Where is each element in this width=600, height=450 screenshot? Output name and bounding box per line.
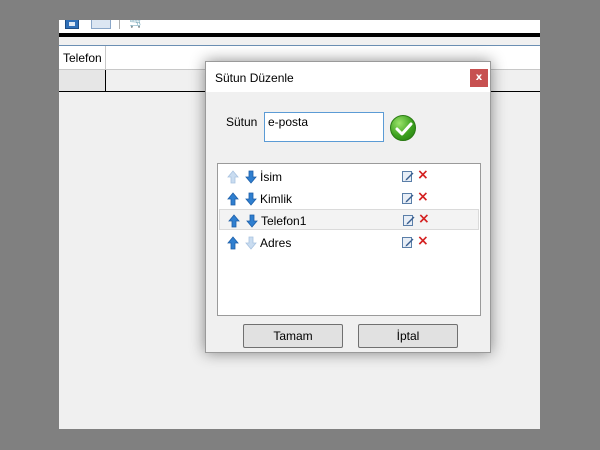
divider [59, 33, 540, 37]
move-down-icon[interactable] [245, 192, 257, 206]
edit-icon[interactable] [403, 214, 415, 227]
list-item-label: Telefon1 [261, 214, 307, 228]
ok-button[interactable]: Tamam [243, 324, 343, 348]
edit-icon[interactable] [402, 236, 414, 249]
delete-icon[interactable]: × [417, 167, 429, 183]
move-up-icon[interactable] [227, 192, 239, 206]
cancel-button[interactable]: İptal [358, 324, 458, 348]
toolbar-separator [119, 20, 120, 29]
move-up-icon[interactable] [228, 214, 240, 228]
list-item[interactable]: Kimlik × [219, 188, 479, 209]
list-item[interactable]: İsim × [219, 166, 479, 187]
move-up-icon [227, 170, 239, 184]
delete-icon[interactable]: × [417, 189, 429, 205]
list-item-label: Kimlik [260, 192, 292, 206]
edit-icon[interactable] [402, 192, 414, 205]
list-item[interactable]: Telefon1 × [219, 209, 479, 230]
list-item-label: İsim [260, 170, 282, 184]
edit-column-dialog: Sütun Düzenle x Sütun İsim × Kimlik × Te… [205, 61, 491, 353]
toolbar: 🛒 [59, 20, 540, 33]
grid-icon[interactable] [91, 20, 111, 29]
accept-check-icon[interactable] [390, 115, 416, 141]
list-item-label: Adres [260, 236, 292, 250]
column-header-telefon[interactable]: Telefon [59, 46, 106, 70]
save-icon[interactable] [65, 20, 79, 29]
close-button[interactable]: x [470, 69, 488, 87]
cart-icon[interactable]: 🛒 [129, 20, 145, 29]
column-list: İsim × Kimlik × Telefon1 × Adres × [217, 163, 481, 316]
delete-icon[interactable]: × [417, 233, 429, 249]
delete-icon[interactable]: × [418, 211, 430, 227]
column-field-label: Sütun [226, 115, 258, 129]
column-name-input[interactable] [264, 112, 384, 142]
list-item[interactable]: Adres × [219, 232, 479, 253]
move-down-icon [245, 236, 257, 250]
dialog-title: Sütun Düzenle [215, 71, 294, 85]
dialog-titlebar: Sütun Düzenle x [206, 62, 490, 92]
move-up-icon[interactable] [227, 236, 239, 250]
row-header-cell[interactable] [59, 70, 106, 91]
edit-icon[interactable] [402, 170, 414, 183]
move-down-icon[interactable] [245, 170, 257, 184]
move-down-icon[interactable] [246, 214, 258, 228]
